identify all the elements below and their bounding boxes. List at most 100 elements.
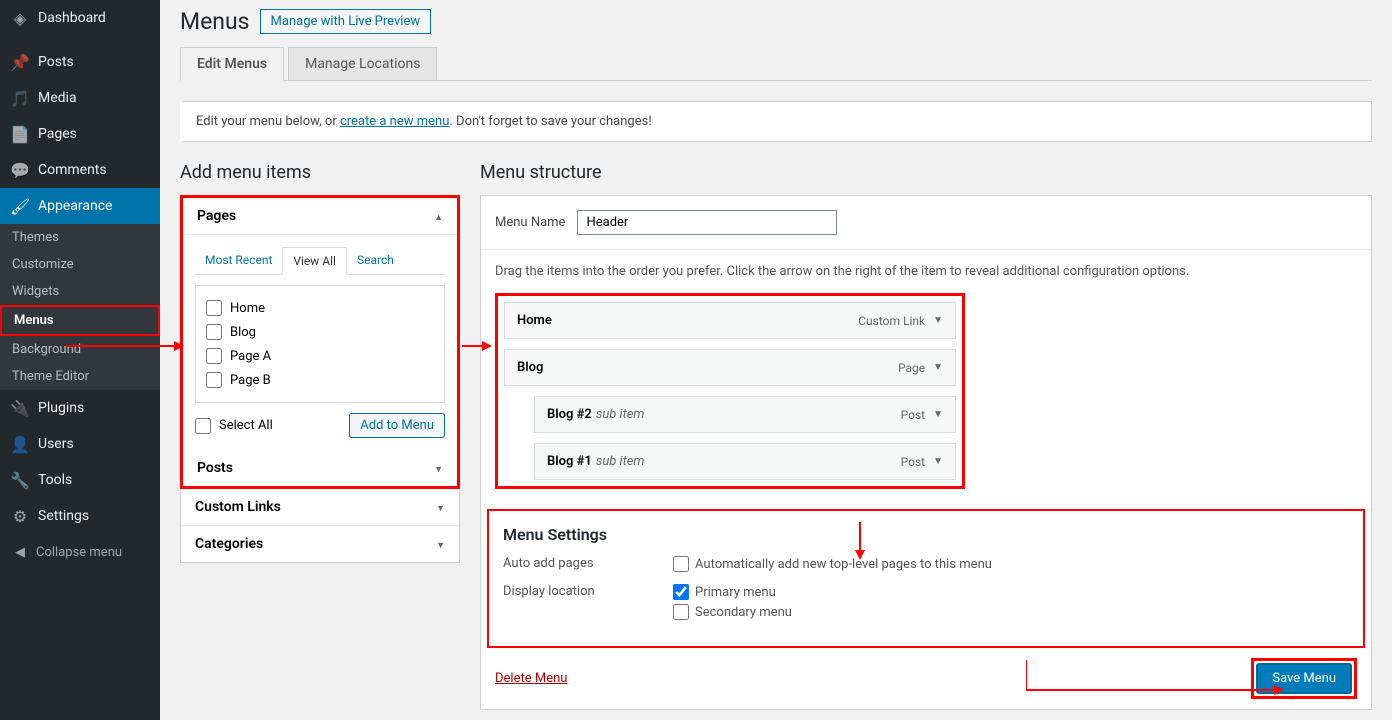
submenu-themes[interactable]: Themes xyxy=(0,224,160,251)
page-label: Blog xyxy=(230,325,256,340)
brush-icon: 🖌 xyxy=(10,196,30,216)
sidebar-label: Dashboard xyxy=(38,10,106,26)
annotation-arrow xyxy=(462,338,492,354)
checkbox-page-a[interactable] xyxy=(206,348,222,364)
pages-tabs: Most Recent View All Search xyxy=(195,247,445,275)
tab-view-all[interactable]: View All xyxy=(282,247,347,275)
checkbox-auto-add[interactable] xyxy=(673,556,689,572)
posts-accordion-header[interactable]: Posts xyxy=(183,450,457,486)
page-label: Page A xyxy=(230,349,271,364)
sidebar-label: Appearance xyxy=(38,198,112,214)
main-content: Menus Manage with Live Preview Edit Menu… xyxy=(160,0,1392,720)
pages-accordion-header[interactable]: Pages xyxy=(183,198,457,235)
sidebar-label: Tools xyxy=(38,472,72,488)
sidebar-label: Posts xyxy=(38,54,74,70)
sidebar-item-posts[interactable]: 📌Posts xyxy=(0,44,160,80)
sidebar-item-appearance[interactable]: 🖌 Appearance xyxy=(0,188,160,224)
caret-down-icon xyxy=(436,536,445,552)
tab-edit-menus[interactable]: Edit Menus xyxy=(180,47,284,81)
checkbox-primary-menu[interactable] xyxy=(673,584,689,600)
comments-icon: 💬 xyxy=(10,160,30,180)
annotation-arrow xyxy=(1026,656,1286,696)
submenu-customize[interactable]: Customize xyxy=(0,251,160,278)
menu-body: Drag the items into the order you prefer… xyxy=(481,250,1371,503)
add-items-column: Add menu items Pages Most Recent View Al… xyxy=(180,162,460,710)
add-to-menu-button[interactable]: Add to Menu xyxy=(349,413,445,438)
caret-down-icon: ▼ xyxy=(933,362,943,373)
sidebar-item-pages[interactable]: 📄 Pages xyxy=(0,116,160,152)
submenu-widgets[interactable]: Widgets xyxy=(0,278,160,305)
menu-panel: Menu Name Drag the items into the order … xyxy=(480,195,1372,710)
menu-item-blog-1[interactable]: Blog #1sub item Post▼ xyxy=(534,443,956,480)
auto-add-label: Auto add pages xyxy=(503,556,673,576)
sidebar-item-tools[interactable]: 🔧 Tools xyxy=(0,462,160,498)
sidebar-item-users[interactable]: 👤Users xyxy=(0,426,160,462)
collapse-menu[interactable]: ◀ Collapse menu xyxy=(0,534,160,570)
add-row: Select All Add to Menu xyxy=(195,413,445,438)
menu-name-input[interactable] xyxy=(577,210,837,235)
pages-panel-highlight: Pages Most Recent View All Search Home B… xyxy=(180,195,460,489)
primary-text: Primary menu xyxy=(695,585,776,600)
annotation-arrow xyxy=(852,522,868,560)
sidebar-item-settings[interactable]: ⚙Settings xyxy=(0,498,160,534)
checkbox-secondary-menu[interactable] xyxy=(673,604,689,620)
tab-most-recent[interactable]: Most Recent xyxy=(195,247,282,274)
page-header: Menus Manage with Live Preview xyxy=(180,0,1372,47)
checkbox-page-b[interactable] xyxy=(206,372,222,388)
menu-item-type: Custom Link xyxy=(858,314,925,328)
collapse-icon: ◀ xyxy=(10,542,30,562)
live-preview-button[interactable]: Manage with Live Preview xyxy=(260,9,432,34)
caret-down-icon xyxy=(434,460,443,476)
menu-item-sub: sub item xyxy=(596,407,645,422)
delete-menu-link[interactable]: Delete Menu xyxy=(495,671,567,686)
custom-links-title: Custom Links xyxy=(195,499,281,515)
page-label: Home xyxy=(230,301,265,316)
sidebar-item-dashboard[interactable]: ◈ Dashboard xyxy=(0,0,160,36)
checkbox-blog[interactable] xyxy=(206,324,222,340)
menu-item-label: Blog xyxy=(517,360,543,375)
menu-structure-column: Menu structure Menu Name Drag the items … xyxy=(480,162,1372,710)
add-items-title: Add menu items xyxy=(180,162,460,183)
categories-accordion-header[interactable]: Categories xyxy=(181,526,459,562)
pages-icon: 📄 xyxy=(10,124,30,144)
tab-manage-locations[interactable]: Manage Locations xyxy=(288,47,437,80)
menu-item-type: Post xyxy=(901,455,925,469)
tools-icon: 🔧 xyxy=(10,470,30,490)
page-label: Page B xyxy=(230,373,271,388)
notice-text: Edit your menu below, or xyxy=(196,114,340,129)
page-title: Menus xyxy=(180,8,250,35)
sidebar-item-plugins[interactable]: 🔌Plugins xyxy=(0,390,160,426)
checkbox-home[interactable] xyxy=(206,300,222,316)
checkbox-select-all[interactable] xyxy=(195,418,211,434)
sidebar-item-comments[interactable]: 💬Comments xyxy=(0,152,160,188)
menu-item-blog-2[interactable]: Blog #2sub item Post▼ xyxy=(534,396,956,433)
tab-search[interactable]: Search xyxy=(347,247,404,274)
posts-title: Posts xyxy=(197,460,233,476)
page-checkbox-row: Page A xyxy=(206,344,434,368)
submenu-menus[interactable]: Menus xyxy=(0,305,160,336)
menu-item-type: Page xyxy=(898,361,925,375)
primary-menu-option: Primary menu xyxy=(673,584,792,600)
menu-item-home[interactable]: Home Custom Link▼ xyxy=(504,302,956,339)
menu-item-blog[interactable]: Blog Page ▼ xyxy=(504,349,956,386)
pages-body: Most Recent View All Search Home Blog Pa… xyxy=(183,235,457,450)
sidebar-label: Plugins xyxy=(38,400,84,416)
menu-name-label: Menu Name xyxy=(495,215,565,230)
menu-settings-title: Menu Settings xyxy=(503,525,1349,544)
caret-down-icon: ▼ xyxy=(933,315,943,326)
pages-checkbox-list: Home Blog Page A Page B xyxy=(195,285,445,403)
auto-add-option: Automatically add new top-level pages to… xyxy=(673,556,992,572)
caret-up-icon xyxy=(434,208,443,224)
sidebar-label: Pages xyxy=(38,126,77,142)
menu-settings-highlight: Menu Settings Auto add pages Automatical… xyxy=(487,509,1365,648)
edit-notice: Edit your menu below, or create a new me… xyxy=(180,101,1372,142)
menu-item-label: Blog #1 xyxy=(547,454,592,469)
dashboard-icon: ◈ xyxy=(10,8,30,28)
sidebar-item-media[interactable]: 🎵Media xyxy=(0,80,160,116)
submenu-theme-editor[interactable]: Theme Editor xyxy=(0,363,160,390)
collapse-label: Collapse menu xyxy=(36,545,122,560)
custom-links-accordion-header[interactable]: Custom Links xyxy=(181,489,459,526)
create-menu-link[interactable]: create a new menu xyxy=(340,114,449,129)
menu-item-sub: sub item xyxy=(596,454,645,469)
columns: Add menu items Pages Most Recent View Al… xyxy=(180,162,1372,710)
